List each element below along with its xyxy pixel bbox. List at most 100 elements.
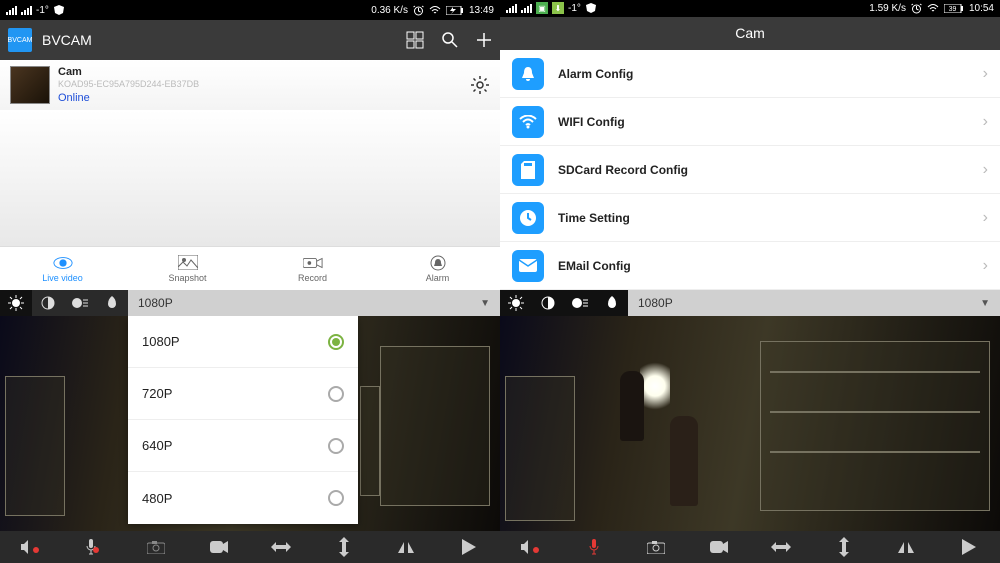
temperature: -1° — [568, 3, 581, 14]
battery-icon — [446, 6, 464, 15]
resolution-option-640p[interactable]: 640P — [128, 420, 358, 472]
bell-icon — [512, 58, 544, 90]
sdcard-icon — [512, 154, 544, 186]
tab-alarm[interactable]: Alarm — [375, 247, 500, 290]
resolution-value: 1080P — [638, 296, 673, 310]
status-bar: -1° 0.36 K/s 13:49 — [0, 0, 500, 20]
wifi-icon — [512, 106, 544, 138]
chevron-right-icon: › — [983, 113, 988, 131]
snapshot-button[interactable] — [625, 531, 688, 563]
temperature: -1° — [36, 5, 49, 16]
app-badge-icon: ▣ — [536, 2, 548, 14]
snapshot-button[interactable] — [125, 531, 188, 563]
video-feed[interactable]: 1080P 720P 640P 480P — [0, 316, 500, 531]
play-button[interactable] — [438, 531, 501, 563]
video-controls — [0, 531, 500, 563]
setting-email-config[interactable]: EMail Config › — [500, 242, 1000, 290]
radio-icon — [328, 386, 344, 402]
brightness-icon[interactable] — [0, 290, 32, 316]
resolution-dropdown[interactable]: 1080P ▼ — [628, 290, 1000, 316]
app-header: BVCAM BVCAM — [0, 20, 500, 60]
radio-icon — [328, 334, 344, 350]
pan-horizontal-button[interactable] — [250, 531, 313, 563]
signal-icon — [521, 4, 532, 13]
resolution-option-480p[interactable]: 480P — [128, 472, 358, 524]
setting-label: Time Setting — [558, 211, 983, 225]
tab-label: Alarm — [426, 273, 450, 283]
empty-area — [0, 110, 500, 246]
bottom-tabs: Live video Snapshot Record Alarm — [0, 246, 500, 290]
night-vision-icon[interactable] — [564, 290, 596, 316]
setting-wifi-config[interactable]: WIFI Config › — [500, 98, 1000, 146]
net-speed: 1.59 K/s — [869, 3, 906, 14]
page-title-bar: Cam — [500, 17, 1000, 50]
night-vision-icon[interactable] — [64, 290, 96, 316]
setting-label: WIFI Config — [558, 115, 983, 129]
device-uid: KOAD95-EC95A795D244-EB37DB — [58, 79, 199, 91]
plus-icon[interactable] — [476, 32, 492, 48]
tab-label: Snapshot — [168, 273, 206, 283]
mic-button[interactable] — [563, 531, 626, 563]
clock: 13:49 — [469, 5, 494, 16]
ir-icon[interactable] — [96, 290, 128, 316]
mail-icon — [512, 250, 544, 282]
videocam-icon — [303, 255, 323, 271]
clock: 10:54 — [969, 3, 994, 14]
mirror-button[interactable] — [875, 531, 938, 563]
setting-sdcard-config[interactable]: SDCard Record Config › — [500, 146, 1000, 194]
app-badge-icon: ⬇ — [552, 2, 564, 14]
resolution-option-1080p[interactable]: 1080P — [128, 316, 358, 368]
pan-vertical-button[interactable] — [313, 531, 376, 563]
tab-live-video[interactable]: Live video — [0, 247, 125, 290]
pan-vertical-button[interactable] — [813, 531, 876, 563]
chevron-right-icon: › — [983, 209, 988, 227]
grid-icon[interactable] — [406, 31, 424, 49]
chevron-right-icon: › — [983, 161, 988, 179]
status-bar: ▣ ⬇ -1° 1.59 K/s 39 10:54 — [500, 0, 1000, 17]
wifi-icon — [927, 4, 939, 13]
search-icon[interactable] — [442, 32, 458, 48]
brightness-icon[interactable] — [500, 290, 532, 316]
contrast-icon[interactable] — [32, 290, 64, 316]
video-panel: 1080P ▼ 1080P 720P 640P 480P — [0, 290, 500, 563]
setting-alarm-config[interactable]: Alarm Config › — [500, 50, 1000, 98]
setting-time[interactable]: Time Setting › — [500, 194, 1000, 242]
device-name: Cam — [58, 65, 199, 79]
pan-horizontal-button[interactable] — [750, 531, 813, 563]
contrast-icon[interactable] — [532, 290, 564, 316]
right-screenshot: ▣ ⬇ -1° 1.59 K/s 39 10:54 Cam Alarm Conf… — [500, 0, 1000, 563]
setting-label: Alarm Config — [558, 67, 983, 81]
app-logo-icon: BVCAM — [8, 28, 32, 52]
bell-icon — [428, 255, 448, 271]
svg-text:39: 39 — [949, 6, 957, 13]
resolution-option-720p[interactable]: 720P — [128, 368, 358, 420]
video-feed[interactable] — [500, 316, 1000, 531]
video-toolbar: 1080P ▼ — [0, 290, 500, 316]
eye-icon — [53, 255, 73, 271]
device-list-item[interactable]: Cam KOAD95-EC95A795D244-EB37DB Online — [0, 60, 500, 110]
settings-list: Alarm Config › WIFI Config › SDCard Reco… — [500, 50, 1000, 290]
chevron-right-icon: › — [983, 257, 988, 275]
speaker-button[interactable] — [500, 531, 563, 563]
record-button[interactable] — [188, 531, 251, 563]
play-button[interactable] — [938, 531, 1000, 563]
speaker-button[interactable] — [0, 531, 63, 563]
radio-icon — [328, 438, 344, 454]
ir-icon[interactable] — [596, 290, 628, 316]
signal-icon — [506, 4, 517, 13]
battery-icon: 39 — [944, 4, 964, 13]
tab-record[interactable]: Record — [250, 247, 375, 290]
tab-snapshot[interactable]: Snapshot — [125, 247, 250, 290]
shield-icon — [53, 5, 65, 15]
resolution-dropdown[interactable]: 1080P ▼ — [128, 290, 500, 316]
record-button[interactable] — [688, 531, 751, 563]
signal-icon — [21, 6, 32, 15]
video-controls — [500, 531, 1000, 563]
mic-button[interactable] — [63, 531, 126, 563]
app-title: BVCAM — [42, 32, 92, 48]
alarm-icon — [413, 5, 424, 16]
image-icon — [178, 255, 198, 271]
net-speed: 0.36 K/s — [371, 5, 408, 16]
gear-icon[interactable] — [470, 75, 490, 95]
mirror-button[interactable] — [375, 531, 438, 563]
